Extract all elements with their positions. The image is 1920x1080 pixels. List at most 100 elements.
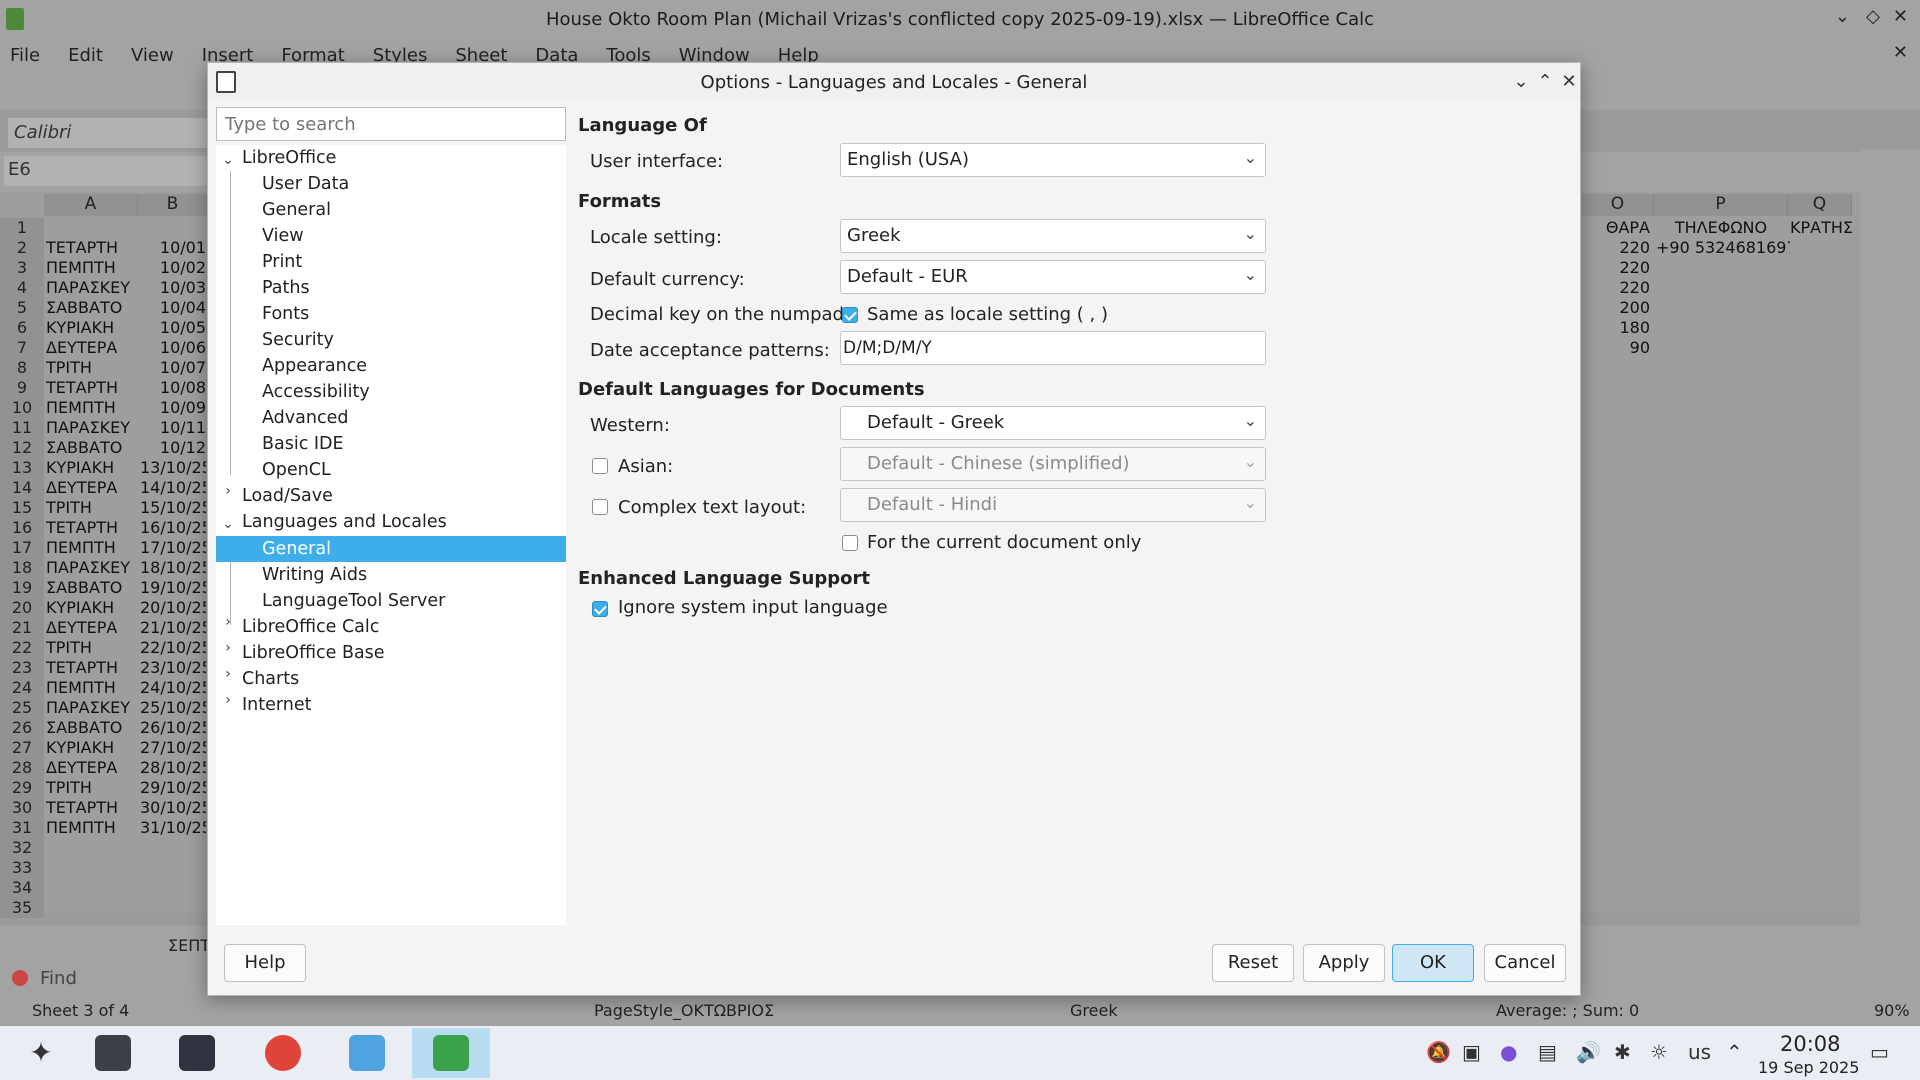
- row-header[interactable]: 20: [0, 598, 44, 618]
- tree-libreoffice-calc[interactable]: LibreOffice Calc: [242, 614, 379, 640]
- cell-o[interactable]: 220: [1584, 278, 1650, 297]
- cell-b[interactable]: 18/10/25: [140, 558, 206, 577]
- cell-o[interactable]: 220: [1584, 238, 1650, 257]
- cell-a[interactable]: ΠΕΜΠΤΗ: [46, 398, 138, 417]
- menu-view[interactable]: View: [131, 45, 174, 66]
- tree-load-save[interactable]: Load/Save: [242, 483, 333, 509]
- row-header[interactable]: 9: [0, 378, 44, 398]
- close-find-icon[interactable]: [12, 970, 28, 986]
- cell-a[interactable]: ΤΕΤΑΡΤΗ: [46, 518, 138, 537]
- row-header[interactable]: 6: [0, 318, 44, 338]
- locale-setting-combo[interactable]: Greek ⌄: [840, 219, 1266, 253]
- cell-a[interactable]: ΤΕΤΑΡΤΗ: [46, 658, 138, 677]
- minimize-icon[interactable]: ⌄: [1835, 6, 1850, 27]
- chevron-down-icon[interactable]: ⌄: [220, 516, 236, 532]
- cell-a[interactable]: ΣΑΒΒΑΤΟ: [46, 298, 138, 317]
- status-language[interactable]: Greek: [1070, 1001, 1118, 1020]
- decimal-same-as-locale-label[interactable]: Same as locale setting ( , ): [867, 304, 1108, 325]
- show-desktop-icon[interactable]: ▭: [1870, 1040, 1889, 1064]
- row-header[interactable]: 1: [0, 218, 44, 238]
- ignore-input-language-checkbox[interactable]: [592, 601, 608, 617]
- tree-accessibility[interactable]: Accessibility: [262, 379, 370, 405]
- row-header[interactable]: 4: [0, 278, 44, 298]
- taskbar-terminal[interactable]: [158, 1028, 236, 1078]
- tree-internet[interactable]: Internet: [242, 692, 312, 718]
- row-header[interactable]: 11: [0, 418, 44, 438]
- asian-label[interactable]: Asian:: [618, 456, 673, 477]
- ui-language-combo[interactable]: English (USA) ⌄: [840, 143, 1266, 177]
- tree-general[interactable]: General: [262, 197, 331, 223]
- cell-b[interactable]: 23/10/25: [140, 658, 206, 677]
- chevron-right-icon[interactable]: ›: [220, 614, 236, 630]
- cell-a[interactable]: ΠΕΜΠΤΗ: [46, 258, 138, 277]
- cell-b[interactable]: 10/12: [140, 438, 206, 457]
- cell-a[interactable]: ΣΑΒΒΑΤΟ: [46, 438, 138, 457]
- cell-b[interactable]: 28/10/25: [140, 758, 206, 777]
- tree-user-data[interactable]: User Data: [262, 171, 349, 197]
- tree-fonts[interactable]: Fonts: [262, 301, 309, 327]
- chevron-right-icon[interactable]: ›: [220, 640, 236, 656]
- tree-libreoffice-base[interactable]: LibreOffice Base: [242, 640, 385, 666]
- col-header-a[interactable]: A: [44, 194, 138, 216]
- cell-b[interactable]: 31/10/25: [140, 818, 206, 837]
- cancel-button[interactable]: Cancel: [1484, 944, 1566, 982]
- chevron-right-icon[interactable]: ›: [220, 483, 236, 499]
- tree-languagetool-server[interactable]: LanguageTool Server: [262, 588, 445, 614]
- cell-b[interactable]: 10/05: [140, 318, 206, 337]
- chevron-right-icon[interactable]: ›: [220, 666, 236, 682]
- menu-edit[interactable]: Edit: [68, 45, 103, 66]
- tree-paths[interactable]: Paths: [262, 275, 310, 301]
- asian-combo[interactable]: Default - Chinese (simplified) ⌄: [840, 447, 1266, 481]
- taskbar-files[interactable]: [328, 1028, 406, 1078]
- tree-security[interactable]: Security: [262, 327, 334, 353]
- row-header[interactable]: 28: [0, 758, 44, 778]
- cell-q1[interactable]: ΚΡΑΤΗΣ: [1790, 218, 1852, 237]
- cell-b[interactable]: 29/10/25: [140, 778, 206, 797]
- cell-a[interactable]: ΔΕΥΤΕΡΑ: [46, 478, 138, 497]
- ctl-label[interactable]: Complex text layout:: [618, 497, 806, 518]
- tree-advanced[interactable]: Advanced: [262, 405, 348, 431]
- cell-b[interactable]: 16/10/25: [140, 518, 206, 537]
- cell-b[interactable]: 10/01: [140, 238, 206, 257]
- tree-basic-ide[interactable]: Basic IDE: [262, 431, 344, 457]
- row-header[interactable]: 26: [0, 718, 44, 738]
- cell-b[interactable]: 15/10/25: [140, 498, 206, 517]
- notifications-icon[interactable]: 🔕: [1426, 1040, 1451, 1064]
- brightness-icon[interactable]: ☼: [1650, 1040, 1668, 1064]
- row-header[interactable]: 23: [0, 658, 44, 678]
- clock-time[interactable]: 20:08: [1780, 1032, 1841, 1056]
- close-icon[interactable]: ✕: [1893, 6, 1908, 27]
- chevron-right-icon[interactable]: ›: [220, 692, 236, 708]
- tree-print[interactable]: Print: [262, 249, 302, 275]
- ok-button[interactable]: OK: [1392, 944, 1474, 982]
- cell-a[interactable]: ΔΕΥΤΕΡΑ: [46, 338, 138, 357]
- row-header[interactable]: 18: [0, 558, 44, 578]
- cell-b[interactable]: 10/03: [140, 278, 206, 297]
- help-button[interactable]: Help: [224, 944, 306, 982]
- ctl-combo[interactable]: Default - Hindi ⌄: [840, 488, 1266, 522]
- cell-b[interactable]: 13/10/25: [140, 458, 206, 477]
- cell-a[interactable]: ΤΡΙΤΗ: [46, 498, 138, 517]
- taskbar-calc[interactable]: [412, 1028, 490, 1078]
- cell-p1[interactable]: ΤΗΛΕΦΩΝΟ: [1654, 218, 1788, 237]
- cell-b[interactable]: 10/09: [140, 398, 206, 417]
- row-header[interactable]: 8: [0, 358, 44, 378]
- default-currency-combo[interactable]: Default - EUR ⌄: [840, 260, 1266, 294]
- taskbar-settings[interactable]: [74, 1028, 152, 1078]
- dialog-close-icon[interactable]: ✕: [1556, 69, 1582, 95]
- cell-b[interactable]: 20/10/25: [140, 598, 206, 617]
- tree-view[interactable]: View: [262, 223, 304, 249]
- cell-a[interactable]: ΔΕΥΤΕΡΑ: [46, 758, 138, 777]
- launcher-button[interactable]: ✦: [2, 1028, 80, 1078]
- col-header-b[interactable]: B: [138, 194, 208, 216]
- volume-icon[interactable]: 🔊: [1576, 1040, 1601, 1064]
- cell-b[interactable]: 21/10/25: [140, 618, 206, 637]
- row-header[interactable]: 15: [0, 498, 44, 518]
- western-combo[interactable]: Default - Greek ⌄: [840, 406, 1266, 440]
- reset-button[interactable]: Reset: [1212, 944, 1294, 982]
- keyboard-layout[interactable]: us: [1688, 1040, 1711, 1064]
- cell-a[interactable]: ΠΕΜΠΤΗ: [46, 818, 138, 837]
- cell-b[interactable]: 19/10/25: [140, 578, 206, 597]
- tree-libreoffice[interactable]: LibreOffice: [242, 145, 336, 171]
- cell-a[interactable]: ΔΕΥΤΕΡΑ: [46, 618, 138, 637]
